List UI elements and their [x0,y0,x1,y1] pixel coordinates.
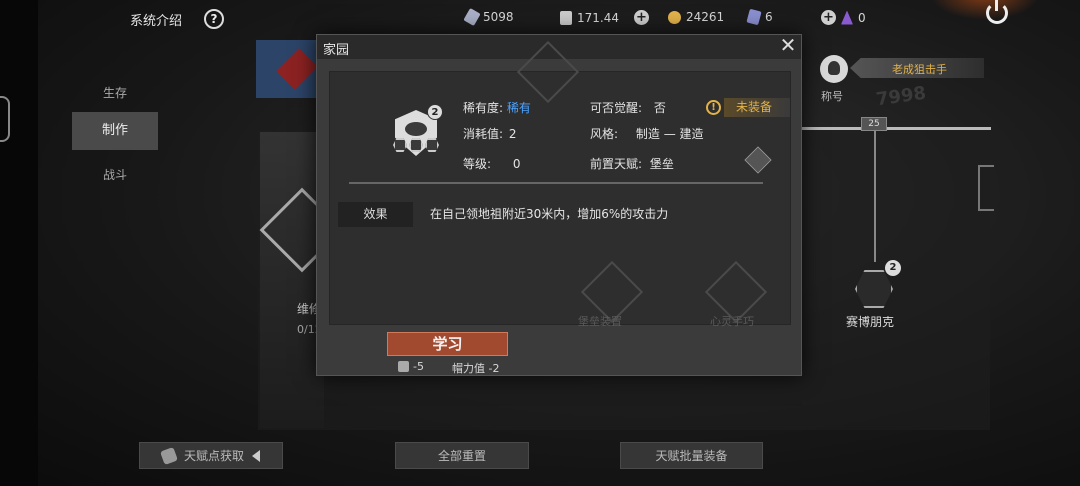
divider [349,182,763,184]
style-value: 制造 — 建造 [635,127,704,141]
reset-all-button[interactable]: 全部重置 [395,442,529,469]
equip-status[interactable]: 未装备 [724,98,790,117]
edge-node[interactable] [978,165,994,211]
crystal-icon [463,7,481,27]
power-glow [930,0,1040,20]
cost-value: 2 [508,127,517,141]
awaken-row: 可否觉醒: 否 [590,99,666,116]
gem-value: 0 [858,10,866,25]
modal-title: 家园 [323,43,350,58]
system-intro-label[interactable]: 系统介绍 [130,10,182,29]
tier-number: 25 [861,117,887,131]
document-resource: 171.44 + [560,10,649,25]
effect-label: 效果 [338,202,413,227]
style-key: 风格: [590,127,619,141]
left-edge [0,0,38,486]
awaken-key: 可否觉醒: [590,101,643,115]
crystal-resource: 5098 [463,7,514,27]
coin-value: 24261 [686,10,725,24]
gem-resource: + 0 [821,10,866,25]
acquire-talent-points-button[interactable]: 天赋点获取 [139,442,283,469]
ghost-label: 堡垒装置 [578,315,622,328]
prereq-value: 堡垒 [649,157,674,171]
acquire-label: 天赋点获取 [183,449,244,463]
talent-point-icon [160,446,178,465]
help-icon[interactable]: ? [204,9,224,29]
close-icon[interactable]: ✕ [777,35,799,57]
card-value: 6 [765,10,773,24]
effect-description: 在自己领地祖附近30米内，增加6%的攻击力 [430,207,669,221]
cost-key: 消耗值: [463,127,504,141]
sidebar-item-combat[interactable]: 战斗 [72,166,158,183]
cost-row: 消耗值: 2 [463,125,517,142]
hex-cluster-icon [393,138,441,158]
sniper-badge-icon [820,55,848,83]
grade-value: 0 [512,157,521,171]
talent-node-label: 赛博朋克 [846,315,895,329]
prereq-row: 前置天赋: 堡垒 [590,155,674,172]
sidebar-item-crafting[interactable]: 制作 [72,112,158,150]
talent-node-cyberpunk[interactable]: 2 [849,260,901,314]
node-hex-icon [855,270,893,308]
reset-label: 全部重置 [437,449,486,463]
document-value: 171.44 [577,10,619,25]
node-level-badge: 2 [885,260,901,276]
card-resource: 6 [746,8,773,26]
talent-level-badge: 2 [427,104,443,120]
prereq-key: 前置天赋: [590,157,643,171]
awaken-value: 否 [653,101,666,115]
coin-icon [668,10,681,24]
card-icon [746,8,762,26]
talent-point-cost: -5 [398,360,424,373]
ghost-label: 心灵手巧 [710,315,754,328]
stamina-cost-value: 帽力值 -2 [452,362,500,375]
player-title-label: 称号 [821,90,843,103]
left-collapse-tab[interactable] [0,96,10,142]
tree-connector [797,127,991,130]
tree-branch [874,130,876,262]
rarity-key: 稀有度: [463,101,504,115]
batch-label: 天赋批量装备 [655,449,728,463]
crystal-value: 5098 [483,10,514,24]
gem-icon [841,10,853,25]
grade-key: 等级: [463,157,492,171]
add-gem-button[interactable]: + [821,10,836,25]
arrow-left-icon [252,449,260,462]
rarity-row: 稀有度: 稀有 [463,99,531,116]
style-row: 风格: 制造 — 建造 [590,125,704,142]
add-document-button[interactable]: + [634,10,649,25]
player-rank: 老成狙击手 [892,63,947,76]
talent-point-cost-value: -5 [413,360,424,373]
batch-equip-button[interactable]: 天赋批量装备 [620,442,763,469]
sidebar-item-survival[interactable]: 生存 [72,84,158,101]
talent-icon: 2 [389,104,445,162]
learn-button[interactable]: 学习 [387,332,508,356]
coin-resource: 24261 [668,10,724,24]
top-bar: 系统介绍 ? 5098 171.44 + 24261 6 + 0 [38,0,1080,36]
grade-row: 等级: 0 [463,155,521,172]
warning-icon: ! [706,100,721,115]
talent-point-icon [398,361,409,372]
stamina-cost: 帽力值 -2 [452,360,499,376]
rarity-value: 稀有 [506,101,531,115]
document-icon [560,10,572,25]
character-portrait [260,132,324,428]
power-icon[interactable] [986,0,1008,24]
